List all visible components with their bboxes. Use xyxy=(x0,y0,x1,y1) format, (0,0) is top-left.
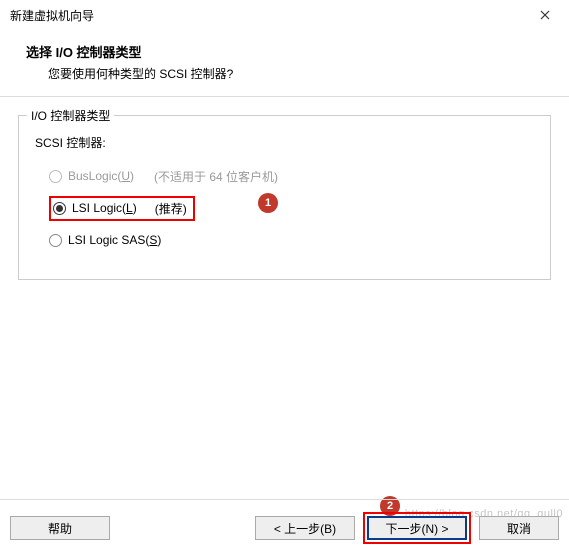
buslogic-hint: (不适用于 64 位客户机) xyxy=(154,168,278,185)
scsi-controller-label: SCSI 控制器: xyxy=(35,134,538,151)
radio-buslogic-row: BusLogic(U) (不适用于 64 位客户机) xyxy=(49,165,538,187)
header-title: 选择 I/O 控制器类型 xyxy=(26,42,551,61)
header-subtitle: 您要使用何种类型的 SCSI 控制器? xyxy=(48,65,551,82)
radio-lsisas-row[interactable]: LSI Logic SAS(S) xyxy=(49,229,538,251)
radio-buslogic xyxy=(49,170,62,183)
lsilogic-hint: (推荐) xyxy=(155,200,187,217)
radio-lsisas-label: LSI Logic SAS(S) xyxy=(68,233,161,247)
radio-lsilogic-label: LSI Logic(L) xyxy=(72,201,137,215)
help-button[interactable]: 帮助 xyxy=(10,516,110,540)
close-button[interactable] xyxy=(531,4,559,26)
radio-lsilogic-row[interactable]: LSI Logic(L) (推荐) xyxy=(49,197,538,219)
highlight-next: 下一步(N) > xyxy=(363,512,471,544)
back-button[interactable]: < 上一步(B) xyxy=(255,516,355,540)
footer: 帮助 < 上一步(B) 下一步(N) > 取消 xyxy=(0,499,569,556)
io-controller-group: I/O 控制器类型 SCSI 控制器: BusLogic(U) (不适用于 64… xyxy=(18,115,551,280)
radio-lsilogic[interactable] xyxy=(53,202,66,215)
group-legend: I/O 控制器类型 xyxy=(27,107,114,124)
cancel-button[interactable]: 取消 xyxy=(479,516,559,540)
next-button[interactable]: 下一步(N) > xyxy=(367,516,467,540)
radio-lsisas[interactable] xyxy=(49,234,62,247)
window-title: 新建虚拟机向导 xyxy=(10,7,94,24)
close-icon xyxy=(540,10,550,20)
titlebar: 新建虚拟机向导 xyxy=(0,0,569,30)
wizard-header: 选择 I/O 控制器类型 您要使用何种类型的 SCSI 控制器? xyxy=(0,30,569,97)
radio-buslogic-label: BusLogic(U) xyxy=(68,169,134,183)
callout-1: 1 xyxy=(258,193,278,213)
highlight-lsilogic: LSI Logic(L) (推荐) xyxy=(49,196,195,221)
content-area: I/O 控制器类型 SCSI 控制器: BusLogic(U) (不适用于 64… xyxy=(0,97,569,517)
